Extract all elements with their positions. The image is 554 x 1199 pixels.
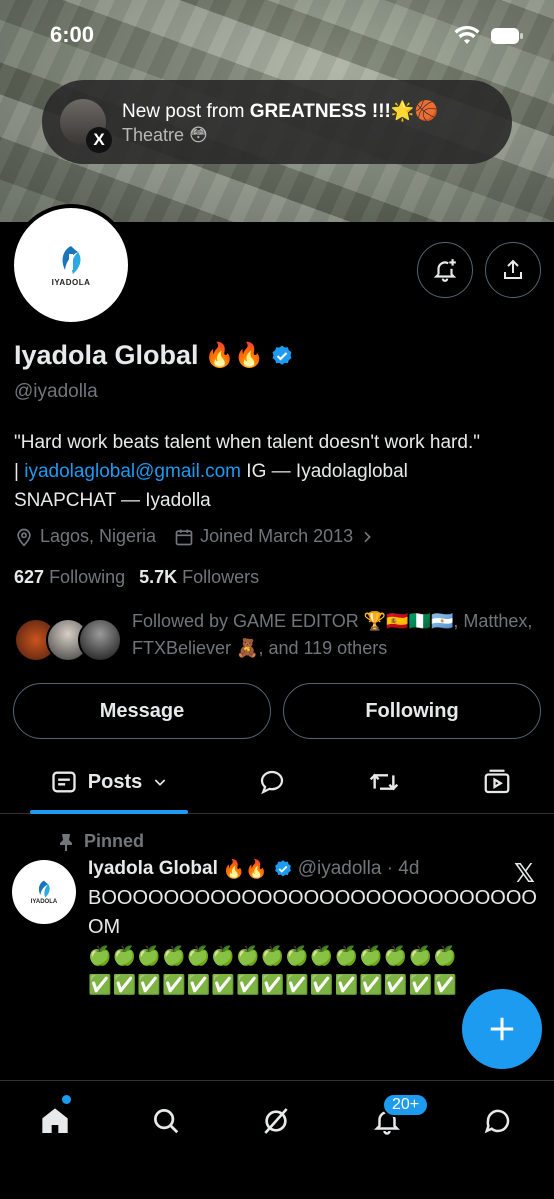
bio-quote: "Hard work beats talent when talent does… (14, 432, 480, 453)
home-unread-dot (62, 1095, 71, 1104)
bio-ig: IG — Iyadolaglobal (241, 461, 408, 482)
post-header: Iyadola Global 🔥🔥 @iyadolla · 4d (88, 858, 419, 880)
post-emoji-apples: 🍏🍏🍏🍏🍏🍏🍏🍏🍏🍏🍏🍏🍏🍏🍏 (88, 946, 458, 967)
active-tab-indicator (30, 810, 188, 814)
profile-avatar[interactable]: IYADOLA (10, 204, 132, 326)
message-button[interactable]: Message (13, 683, 271, 739)
status-bar: 6:00 (0, 0, 554, 70)
search-icon (154, 1109, 179, 1134)
tab-reposts[interactable] (360, 752, 408, 812)
chevron-down-icon (154, 779, 166, 786)
avatar-logo-text: IYADOLA (51, 277, 91, 287)
followed-by-text: Followed by GAME EDITOR 🏆🇪🇸🇳🇬🇦🇷, Matthex… (132, 611, 533, 658)
status-icons (454, 26, 524, 46)
post-text[interactable]: BOOOOOOOOOOOOOOOOOOOOOOOOOOOOOM 🍏🍏🍏🍏🍏🍏🍏🍏… (88, 884, 540, 1000)
verified-icon (274, 860, 291, 877)
post-avatar-logo-text: IYADOLA (30, 899, 58, 905)
battery-icon (491, 28, 523, 44)
plus-icon (490, 1017, 514, 1041)
location-text: Lagos, Nigeria (40, 526, 157, 546)
bio-separator: | (14, 461, 25, 482)
post-text-line: BOOOOOOOOOOOOOOOOOOOOOOOOOOOOOM (88, 887, 537, 938)
grok-icon (264, 1108, 288, 1134)
followers-count-link[interactable]: 5.7K Followers (139, 567, 259, 588)
bio-snapchat: SNAPCHAT — Iyadolla (14, 490, 211, 511)
status-time: 6:00 (50, 22, 95, 47)
push-notification[interactable]: X New post from GREATNESS !!!🌟🏀 Theatre … (42, 80, 512, 164)
nav-home[interactable] (33, 1099, 77, 1143)
follower-avatars (14, 618, 124, 664)
reply-icon (260, 770, 284, 795)
messages-icon (484, 1109, 510, 1134)
following-count-link[interactable]: 627 Following (14, 567, 125, 588)
post-author-name[interactable]: Iyadola Global (88, 858, 218, 880)
followed-by-row[interactable]: Followed by GAME EDITOR 🏆🇪🇸🇳🇬🇦🇷, Matthex… (14, 608, 544, 668)
notifications-badge: 20+ (382, 1093, 430, 1117)
profile-tabs: Posts (0, 752, 554, 814)
post-author-avatar[interactable]: IYADOLA (12, 860, 76, 924)
joined-text[interactable]: Joined March 2013 (200, 526, 353, 547)
profile-bio: "Hard work beats talent when talent does… (14, 428, 544, 515)
post-author-emoji: 🔥🔥 (222, 858, 268, 879)
following-button[interactable]: Following (283, 683, 541, 739)
x-logo-icon: X (86, 127, 112, 153)
profile-meta: Lagos, Nigeria Joined March 2013 (14, 526, 375, 547)
share-button[interactable] (485, 242, 541, 298)
bio-email-link[interactable]: iyadolaglobal@gmail.com (24, 461, 241, 482)
nav-grok[interactable] (254, 1099, 298, 1143)
share-icon (504, 259, 522, 279)
home-icon (42, 1108, 68, 1133)
tab-media[interactable] (473, 752, 521, 812)
repost-icon (369, 773, 399, 791)
verified-icon (272, 345, 292, 365)
nav-search[interactable] (144, 1099, 188, 1143)
follow-counts: 627 Following 5.7K Followers (14, 567, 259, 588)
wifi-icon (454, 26, 480, 44)
profile-name: Iyadola Global 🔥🔥 (14, 340, 294, 371)
bell-plus-icon (433, 259, 457, 282)
compose-button[interactable] (462, 989, 542, 1069)
media-icon (484, 769, 510, 794)
pin-icon (60, 833, 72, 851)
brand-logo-icon (38, 880, 50, 898)
notification-avatar: X (60, 99, 112, 153)
pinned-label: Pinned (58, 831, 144, 852)
tab-posts[interactable]: Posts (30, 752, 188, 812)
posts-icon (52, 771, 76, 793)
nav-messages[interactable] (476, 1099, 520, 1143)
post-emoji-checks: ✅✅✅✅✅✅✅✅✅✅✅✅✅✅✅ (88, 975, 458, 996)
calendar-icon (175, 529, 193, 545)
notification-subtitle: Theatre 😳 (122, 124, 208, 145)
chevron-right-icon[interactable] (359, 529, 375, 545)
avatar (78, 618, 122, 662)
notification-title: New post from GREATNESS !!!🌟🏀 (122, 100, 439, 122)
location-icon (17, 528, 31, 547)
tab-posts-label: Posts (87, 770, 143, 793)
bottom-navigation: 20+ (0, 1080, 554, 1199)
profile-handle: @iyadolla (14, 381, 98, 402)
brand-logo-icon (62, 245, 81, 274)
notify-button[interactable] (417, 242, 473, 298)
tab-replies[interactable] (248, 752, 296, 812)
post-handle-time: @iyadolla · 4d (297, 858, 420, 879)
